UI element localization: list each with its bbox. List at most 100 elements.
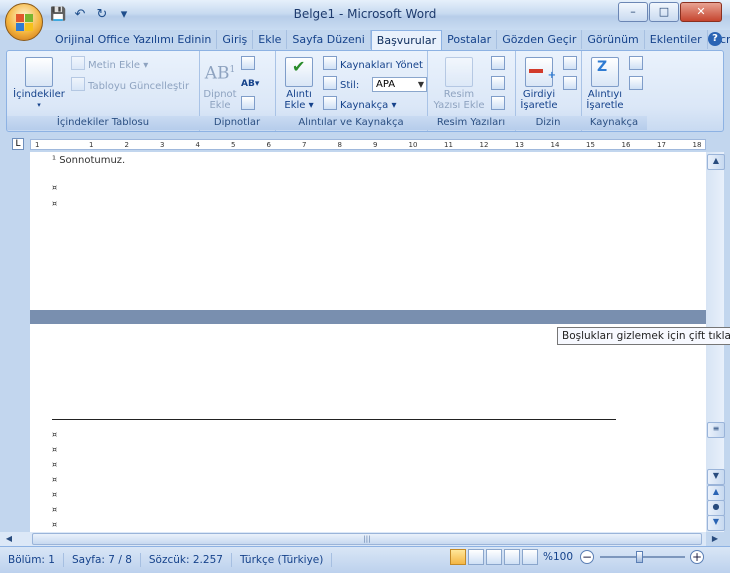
ruler-tick-label: 1 [89,141,94,149]
insert-footnote-label-2: Ekle [209,99,231,111]
tab-insert[interactable]: Ekle [253,30,288,49]
group-table-of-contents: İçindekiler ▾ Metin Ekle ▾ Tabloyu Günce… [7,51,200,131]
update-index-button[interactable] [563,76,580,92]
section-indicator[interactable]: Bölüm: 1 [0,553,64,567]
insert-authorities-icon [629,56,643,70]
office-button[interactable] [5,3,43,41]
bibliography-button[interactable]: Kaynakça ▾ [323,96,397,112]
tab-selector[interactable]: L [12,138,24,150]
show-notes-button[interactable] [241,96,258,112]
next-footnote-button[interactable]: AB▾ [241,76,259,92]
window-controls: – □ ✕ [617,2,722,22]
manage-sources-button[interactable]: Kaynakları Yönet [323,56,423,72]
paragraph-mark[interactable]: ¤ [52,475,57,484]
tab-mailings[interactable]: Postalar [442,30,498,49]
zoom-slider-thumb[interactable] [636,551,643,563]
paragraph-mark[interactable]: ¤ [52,460,57,469]
citation-style-select[interactable]: APA ▼ [372,77,427,92]
mark-entry-button[interactable]: + Girdiyi İşaretle [519,57,559,111]
paragraph-mark[interactable]: ¤ [52,199,57,208]
ruler-ticks: 1 1 2 3 4 5 6 7 8 9 10 11 12 13 14 15 16 17 18 [31,140,707,151]
zoom-in-button[interactable]: + [690,550,704,564]
tab-add-ins[interactable]: Eklentiler [645,30,708,49]
table-of-contents-button[interactable]: İçindekiler ▾ [13,57,65,111]
word-count[interactable]: Sözcük: 2.257 [141,553,232,567]
mark-citation-label-1: Alıntıyı [587,89,623,100]
page-indicator[interactable]: Sayfa: 7 / 8 [64,553,141,567]
insert-footnote-label-1: Dipnot [203,88,237,100]
ruler-tick-label: 5 [231,141,236,149]
close-button[interactable]: ✕ [680,2,722,22]
insert-authorities-button[interactable] [629,56,646,72]
paragraph-mark[interactable]: ¤ [52,520,57,529]
ruler-tick-label: 4 [195,141,200,149]
insert-caption-button[interactable]: Resim Yazısı Ekle [431,57,487,111]
paragraph-mark[interactable]: ¤ [52,505,57,514]
previous-page-icon[interactable]: ▲ [707,485,725,501]
page-gap[interactable] [30,310,706,324]
page-7[interactable]: ¹ Sonnotumuz. ¤ ¤ [30,152,706,310]
tab-home[interactable]: Giriş [217,30,254,49]
horizontal-ruler[interactable]: 1 1 2 3 4 5 6 7 8 9 10 11 12 13 14 15 16 17 18 [30,139,706,150]
language-indicator[interactable]: Türkçe (Türkiye) [232,553,333,567]
insert-footnote-button[interactable]: AB1 Dipnot Ekle [203,59,237,111]
ruler-tick-label: 16 [621,141,631,149]
paragraph-mark[interactable]: ¤ [52,445,57,454]
horizontal-scroll-thumb[interactable]: ||| [32,533,702,545]
update-figures-button[interactable] [491,76,508,92]
style-label-text: Stil: [340,80,360,91]
scroll-left-icon[interactable]: ◀ [2,533,16,545]
help-icon[interactable]: ? [708,32,722,46]
full-screen-reading-view-icon[interactable] [468,549,484,565]
paragraph-mark[interactable]: ¤ [52,430,57,439]
scroll-down-icon[interactable]: ▼ [707,469,725,485]
paragraph-mark[interactable]: ¤ [52,183,57,192]
insert-caption-label-1: Resim [443,89,475,100]
insert-table-of-figures-button[interactable] [491,56,508,72]
print-layout-view-icon[interactable] [450,549,466,565]
insert-caption-icon [445,57,473,87]
zoom-out-button[interactable]: − [580,550,594,564]
group-label-toc: İçindekiler Tablosu [7,116,199,130]
bibliography-icon [323,96,337,110]
paragraph-mark[interactable]: ¤ [52,490,57,499]
mark-citation-label-2: İşaretle [586,100,624,111]
tab-references[interactable]: Başvurular [370,30,443,52]
endnote-text[interactable]: ¹ Sonnotumuz. [52,155,125,166]
update-table-button[interactable]: Tabloyu Güncelleştir [71,77,189,93]
mark-citation-button[interactable]: Z Alıntıyı İşaretle [585,57,625,111]
update-table-icon [71,77,85,91]
cross-reference-button[interactable] [491,96,508,112]
tab-view[interactable]: Görünüm [582,30,645,49]
update-authorities-button[interactable] [629,76,646,92]
web-layout-view-icon[interactable] [486,549,502,565]
page-8[interactable]: ¤ ¤ ¤ ¤ ¤ ¤ ¤ [30,324,706,532]
scroll-right-icon[interactable]: ▶ [706,533,724,545]
tab-review[interactable]: Gözden Geçir [497,30,583,49]
chevron-down-icon: ▼ [417,80,424,89]
scroll-thumb[interactable]: ≡ [707,422,725,438]
ruler-tick-label: 8 [337,141,342,149]
minimize-button[interactable]: – [618,2,648,22]
insert-citation-button[interactable]: ✔ Alıntı Ekle ▾ [281,57,317,111]
browse-object-icon[interactable]: ● [707,500,725,516]
ruler-tick-label: 14 [550,141,560,149]
group-label-captions: Resim Yazıları [427,116,515,130]
tab-page-layout[interactable]: Sayfa Düzeni [287,30,371,49]
next-page-icon[interactable]: ▼ [707,515,725,531]
outline-view-icon[interactable] [504,549,520,565]
ruler-tick-label: 12 [479,141,489,149]
ruler-tick-label: 3 [160,141,165,149]
tooltip: Boşlukları gizlemek için çift tıklatın [557,327,730,345]
scroll-up-icon[interactable]: ▲ [707,154,725,170]
draft-view-icon[interactable] [522,549,538,565]
ruler-tick-label: 6 [266,141,271,149]
maximize-button[interactable]: □ [649,2,679,22]
tab-office-genuine[interactable]: Orijinal Office Yazılımı Edinin [50,30,218,49]
insert-index-button[interactable] [563,56,580,72]
group-label-authorities: Kaynakça [581,116,647,130]
insert-endnote-button[interactable] [241,56,258,72]
zoom-level[interactable]: %100 [543,551,573,563]
add-text-button[interactable]: Metin Ekle ▾ [71,56,148,72]
ruler-tick-label: 13 [515,141,524,149]
